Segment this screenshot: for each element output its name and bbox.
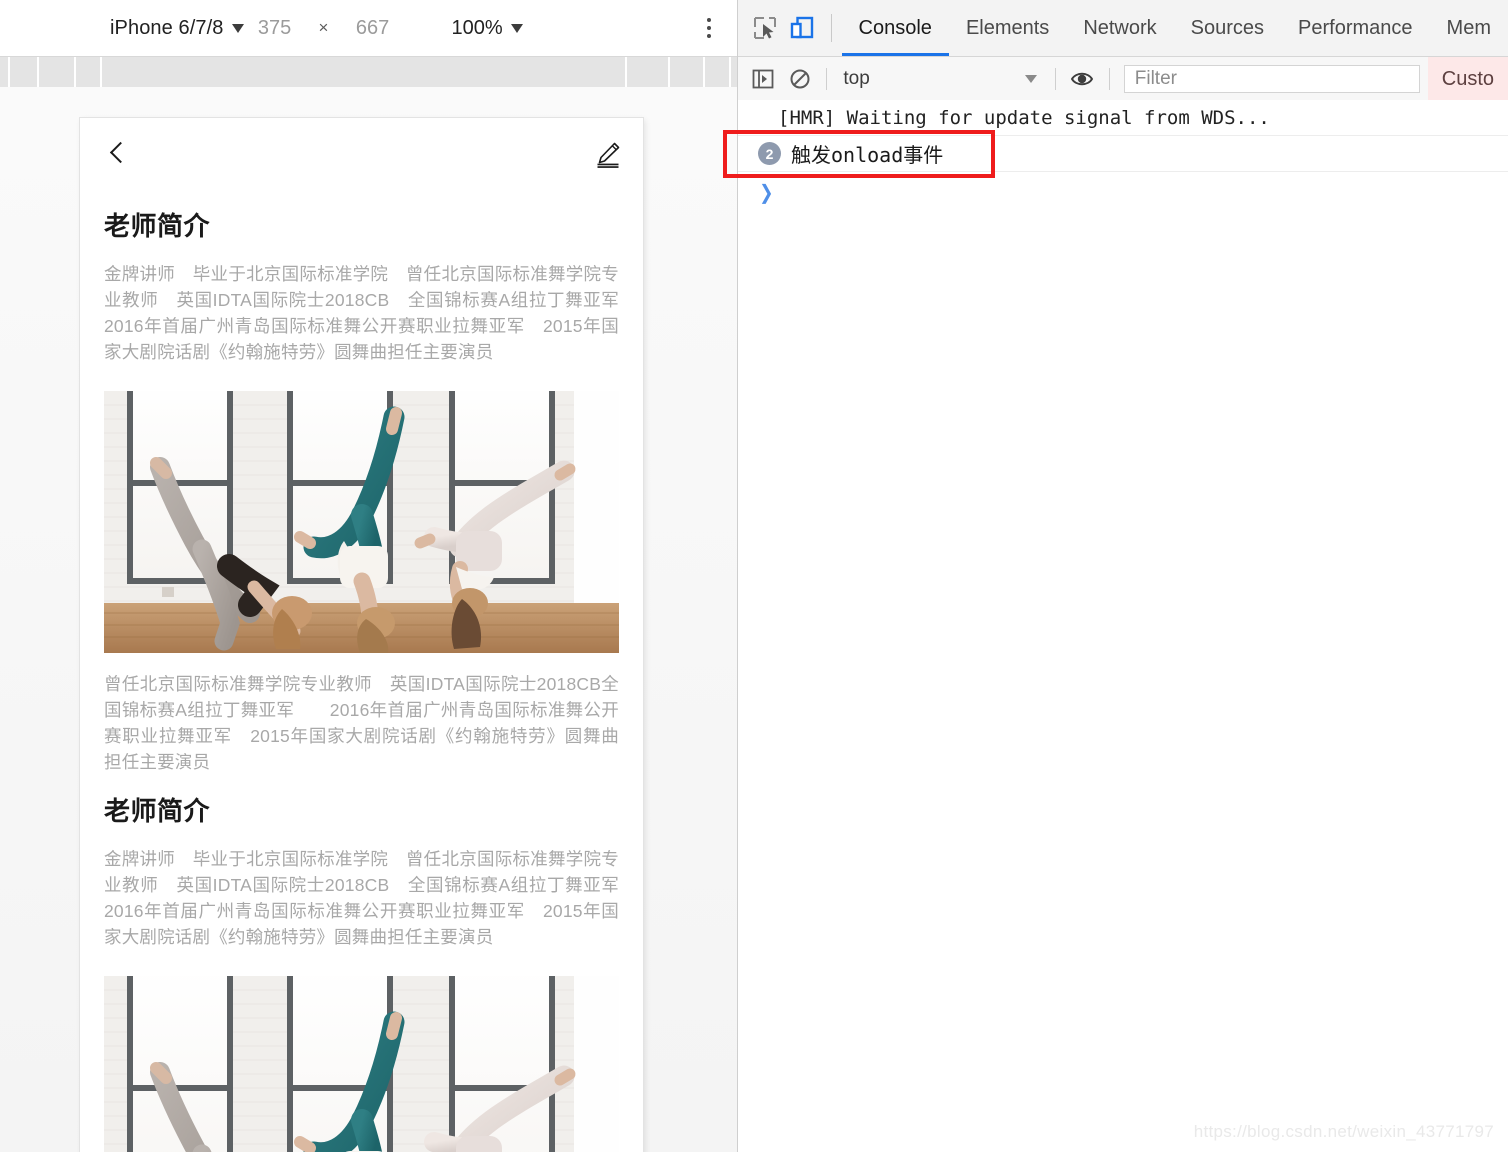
device-selector-label: iPhone 6/7/8 [110, 16, 224, 39]
console-message-text: 触发onload事件 [791, 143, 944, 167]
emulation-canvas: 老师简介 金牌讲师 毕业于北京国际标准学院 曾任北京国际标准舞学院专业教师 英国… [0, 87, 737, 1152]
ruler-tick [625, 57, 627, 87]
console-message-text: [HMR] Waiting for update signal from WDS… [778, 106, 1270, 129]
chevron-down-icon [510, 23, 523, 33]
tab-memory[interactable]: Mem [1430, 0, 1508, 56]
yoga-studio-photo-graphic [104, 391, 619, 653]
ruler-tick [74, 57, 76, 87]
ruler-tick [100, 57, 102, 87]
pencil-edit-icon[interactable] [593, 139, 623, 169]
tab-elements[interactable]: Elements [949, 0, 1066, 56]
console-filter-toolbar: top Custo [738, 57, 1508, 102]
section-title: 老师简介 [104, 796, 211, 826]
ruler-tick [37, 57, 39, 87]
ruler-tick [703, 57, 705, 87]
zoom-selector[interactable]: 100% [452, 17, 523, 40]
tab-sources[interactable]: Sources [1174, 0, 1281, 56]
clear-console-icon[interactable] [782, 57, 819, 101]
inspect-element-icon[interactable] [746, 0, 783, 56]
toolbar-divider [826, 68, 828, 90]
chevron-down-icon [231, 23, 244, 33]
dimension-separator: × [318, 18, 329, 37]
device-height-input[interactable]: 667 [342, 17, 404, 40]
yoga-studio-photo [104, 976, 619, 1152]
tab-sources-label: Sources [1190, 16, 1265, 39]
section-title: 老师简介 [104, 211, 211, 241]
execution-context-selector[interactable]: top [835, 68, 1047, 90]
toolbar-divider [830, 14, 832, 42]
tab-console[interactable]: Console [841, 0, 950, 56]
device-emulation-pane: iPhone 6/7/8 375 × 667 100% 老师简介 金牌讲师 毕业… [0, 0, 738, 1152]
filter-input[interactable] [1123, 65, 1420, 93]
emulated-viewport[interactable]: 老师简介 金牌讲师 毕业于北京国际标准学院 曾任北京国际标准舞学院专业教师 英国… [80, 118, 643, 1152]
toolbar-divider [1055, 68, 1057, 90]
tab-network-label: Network [1083, 16, 1157, 39]
prompt-caret-icon: ❯ [759, 181, 774, 204]
tab-performance[interactable]: Performance [1281, 0, 1430, 56]
ruler-tick [668, 57, 670, 87]
section-paragraph: 金牌讲师 毕业于北京国际标准学院 曾任北京国际标准舞学院专业教师 英国IDTA国… [104, 264, 619, 362]
device-toolbar: iPhone 6/7/8 375 × 667 100% [0, 0, 737, 57]
yoga-studio-photo [104, 391, 619, 653]
kebab-menu-icon[interactable] [703, 14, 715, 42]
console-message-list[interactable]: [HMR] Waiting for update signal from WDS… [738, 100, 1508, 1152]
device-selector[interactable]: iPhone 6/7/8 [110, 17, 244, 40]
repeat-count-badge: 2 [758, 142, 781, 165]
viewport-ruler [0, 57, 737, 88]
device-width-input[interactable]: 375 [244, 17, 306, 40]
live-expression-eye-icon[interactable] [1064, 57, 1101, 101]
log-levels-selector[interactable]: Custo [1427, 57, 1508, 101]
section-paragraph: 金牌讲师 毕业于北京国际标准学院 曾任北京国际标准舞学院专业教师 英国IDTA国… [104, 849, 619, 947]
watermark: https://blog.csdn.net/weixin_43771797 [1193, 1122, 1494, 1141]
chevron-left-icon[interactable] [104, 141, 130, 167]
device-toolbar-icon[interactable] [783, 0, 820, 56]
ruler-tick [729, 57, 731, 87]
console-message-row[interactable]: [HMR] Waiting for update signal from WDS… [738, 100, 1508, 136]
zoom-selector-label: 100% [451, 16, 503, 39]
section-paragraph: 曾任北京国际标准舞学院专业教师 英国IDTA国际院士2018CB全国锦标赛A组拉… [104, 674, 619, 772]
page-app-header [80, 118, 643, 190]
execution-context-label: top [843, 68, 870, 89]
app-root: iPhone 6/7/8 375 × 667 100% 老师简介 金牌讲师 毕业… [0, 0, 1508, 1152]
ruler-tick [8, 57, 10, 87]
tab-network[interactable]: Network [1066, 0, 1173, 56]
chevron-down-icon [1025, 75, 1038, 83]
console-message-row[interactable]: 2 触发onload事件 [738, 136, 1508, 172]
log-levels-label: Custo [1441, 67, 1494, 90]
toolbar-divider [1108, 68, 1110, 90]
console-prompt[interactable]: ❯ [738, 172, 1508, 212]
yoga-studio-photo-graphic [104, 976, 619, 1152]
tab-memory-label: Mem [1446, 16, 1491, 39]
tab-performance-label: Performance [1298, 16, 1413, 39]
console-sidebar-icon[interactable] [745, 57, 782, 101]
tab-elements-label: Elements [965, 16, 1050, 39]
devtools-pane: Console Elements Network Sources Perform… [738, 0, 1508, 1152]
devtools-tabbar: Console Elements Network Sources Perform… [738, 0, 1508, 57]
tab-console-label: Console [858, 16, 932, 39]
